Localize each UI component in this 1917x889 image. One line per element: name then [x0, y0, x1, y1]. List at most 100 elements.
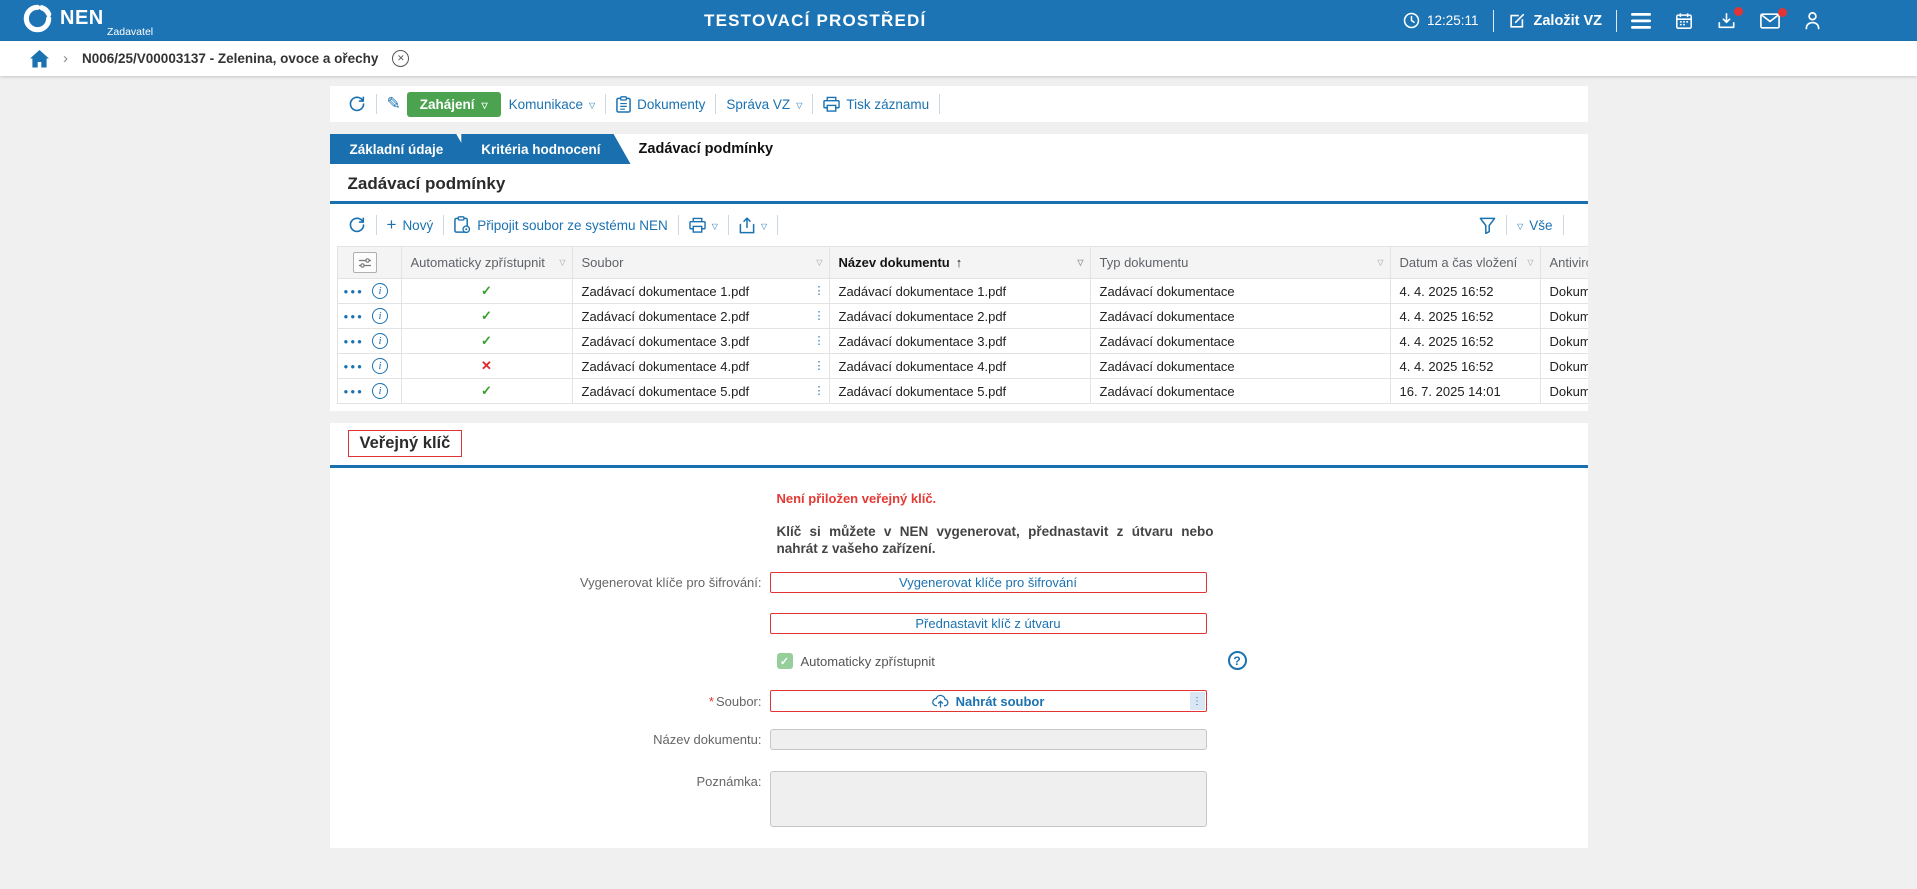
- file-menu-icon[interactable]: ⋮: [814, 359, 825, 372]
- column-settings-header: [337, 247, 401, 279]
- print-record-button[interactable]: Tisk záznamu: [823, 96, 929, 112]
- user-icon[interactable]: [1804, 11, 1821, 30]
- chevron-down-icon: ▽: [482, 101, 488, 110]
- create-vz-button[interactable]: Založit VZ: [1508, 12, 1602, 30]
- filter-all-dropdown[interactable]: ▽ Vše: [1517, 218, 1552, 233]
- clock-icon: [1403, 12, 1420, 29]
- table-row[interactable]: ●●● i ✓ Zadávací dokumentace 2.pdf⋮ Zadá…: [337, 304, 1588, 329]
- file-menu-icon[interactable]: ⋮: [814, 284, 825, 297]
- chevron-icon: ›: [63, 50, 68, 67]
- calendar-icon[interactable]: [1675, 12, 1693, 30]
- document-name-input[interactable]: [770, 729, 1207, 750]
- printer-icon: [823, 96, 840, 112]
- column-filter-icon[interactable]: ▽: [1077, 258, 1083, 267]
- row-actions-icon[interactable]: ●●●: [344, 362, 365, 371]
- refresh-icon[interactable]: [348, 216, 366, 234]
- generate-keys-button[interactable]: Vygenerovat klíče pro šifrování: [770, 572, 1207, 593]
- menu-icon[interactable]: [1631, 13, 1651, 29]
- file-cell[interactable]: Zadávací dokumentace 5.pdf⋮: [572, 379, 829, 404]
- auto-accessible-label: Automaticky zpřístupnit: [801, 654, 935, 669]
- table-row[interactable]: ●●● i ✕ Zadávací dokumentace 4.pdf⋮ Zadá…: [337, 354, 1588, 379]
- note-textarea[interactable]: [770, 771, 1207, 827]
- attach-from-nen-button[interactable]: Připojit soubor ze systému NEN: [454, 216, 668, 234]
- header-document-name[interactable]: Název dokumentu↑ ▽: [829, 247, 1090, 279]
- section-title: Zadávací podmínky: [348, 174, 506, 193]
- divider: [715, 94, 716, 114]
- upload-menu-icon[interactable]: ⋮: [1190, 692, 1205, 710]
- file-cell[interactable]: Zadávací dokumentace 1.pdf⋮: [572, 279, 829, 304]
- manage-vz-label: Správa VZ: [726, 97, 790, 112]
- table-row[interactable]: ●●● i ✓ Zadávací dokumentace 3.pdf⋮ Zadá…: [337, 329, 1588, 354]
- row-info-icon[interactable]: i: [372, 358, 388, 374]
- file-cell[interactable]: Zadávací dokumentace 3.pdf⋮: [572, 329, 829, 354]
- file-cell[interactable]: Zadávací dokumentace 4.pdf⋮: [572, 354, 829, 379]
- edit-record-icon[interactable]: ✎: [387, 94, 401, 114]
- help-icon[interactable]: ?: [1228, 651, 1247, 670]
- column-settings-icon[interactable]: [353, 252, 377, 273]
- home-icon[interactable]: [30, 50, 49, 68]
- column-filter-icon[interactable]: ▽: [1377, 258, 1383, 267]
- row-actions-icon[interactable]: ●●●: [344, 337, 365, 346]
- print-record-label: Tisk záznamu: [846, 97, 929, 112]
- tab-1[interactable]: Základní údaje: [330, 134, 474, 164]
- file-menu-icon[interactable]: ⋮: [814, 334, 825, 347]
- tab-2[interactable]: Kritéria hodnocení: [461, 134, 630, 164]
- file-menu-icon[interactable]: ⋮: [814, 384, 825, 397]
- auto-accessible-cell: ✕: [401, 354, 572, 379]
- table-row[interactable]: ●●● i ✓ Zadávací dokumentace 5.pdf⋮ Zadá…: [337, 379, 1588, 404]
- divider: [777, 215, 778, 235]
- row-info-icon[interactable]: i: [372, 283, 388, 299]
- header-antivirus[interactable]: Antiviro: [1540, 247, 1588, 279]
- table-row[interactable]: ●●● i ✓ Zadávací dokumentace 1.pdf⋮ Zadá…: [337, 279, 1588, 304]
- communication-menu[interactable]: Komunikace ▽: [509, 97, 595, 112]
- antivirus-cell: Dokume: [1540, 354, 1588, 379]
- documents-table-wrap: Automaticky zpřístupnit ▽ Soubor ▽ Název…: [337, 246, 1588, 411]
- close-record-icon[interactable]: ✕: [392, 50, 409, 67]
- row-info-icon[interactable]: i: [372, 333, 388, 349]
- plus-icon: +: [387, 215, 397, 235]
- mail-icon[interactable]: [1760, 13, 1780, 29]
- filter-icon[interactable]: [1479, 217, 1496, 234]
- refresh-icon[interactable]: [348, 95, 366, 113]
- header-file[interactable]: Soubor ▽: [572, 247, 829, 279]
- file-cell[interactable]: Zadávací dokumentace 2.pdf⋮: [572, 304, 829, 329]
- header-date-inserted[interactable]: Datum a čas vložení ▽: [1390, 247, 1540, 279]
- document-name-cell: Zadávací dokumentace 2.pdf: [829, 304, 1090, 329]
- divider: [728, 215, 729, 235]
- row-info-icon[interactable]: i: [372, 383, 388, 399]
- date-cell: 16. 7. 2025 14:01: [1390, 379, 1540, 404]
- column-filter-icon[interactable]: ▽: [816, 258, 822, 267]
- manage-vz-menu[interactable]: Správa VZ ▽: [726, 97, 802, 112]
- session-timer: 12:25:11: [1403, 12, 1479, 29]
- row-actions-icon[interactable]: ●●●: [344, 387, 365, 396]
- inbox-download-icon[interactable]: [1717, 12, 1736, 30]
- auto-accessible-cell: ✓: [401, 279, 572, 304]
- file-menu-icon[interactable]: ⋮: [814, 309, 825, 322]
- column-filter-icon[interactable]: ▽: [559, 258, 565, 267]
- preset-key-button[interactable]: Přednastavit klíč z útvaru: [770, 613, 1207, 634]
- attach-from-nen-label: Připojit soubor ze systému NEN: [477, 218, 668, 233]
- generate-keys-label: Vygenerovat klíče pro šifrování:: [330, 575, 770, 590]
- row-actions-icon[interactable]: ●●●: [344, 312, 365, 321]
- start-procedure-button[interactable]: Zahájení ▽: [407, 92, 501, 117]
- breadcrumb-item[interactable]: N006/25/V00003137 - Zelenina, ovoce a oř…: [82, 51, 378, 66]
- communication-label: Komunikace: [509, 97, 583, 112]
- documents-menu[interactable]: Dokumenty: [616, 96, 705, 113]
- date-cell: 4. 4. 2025 16:52: [1390, 354, 1540, 379]
- upload-file-field[interactable]: Nahrát soubor ⋮: [770, 690, 1207, 712]
- column-filter-icon[interactable]: ▽: [1527, 258, 1533, 267]
- date-cell: 4. 4. 2025 16:52: [1390, 279, 1540, 304]
- new-document-button[interactable]: + Nový: [387, 215, 434, 235]
- export-button[interactable]: ▽: [739, 217, 767, 234]
- print-table-button[interactable]: ▽: [689, 217, 718, 233]
- header-auto-accessible[interactable]: Automaticky zpřístupnit ▽: [401, 247, 572, 279]
- auto-accessible-cell: ✓: [401, 379, 572, 404]
- header-document-type[interactable]: Typ dokumentu ▽: [1090, 247, 1390, 279]
- auto-accessible-checkbox[interactable]: ✓: [777, 653, 793, 669]
- divider: [1563, 215, 1564, 235]
- auto-accessible-cell: ✓: [401, 329, 572, 354]
- tab-3[interactable]: Zadávací podmínky: [619, 134, 804, 164]
- nen-logo[interactable]: NEN Zadavatel: [22, 3, 153, 38]
- row-actions-icon[interactable]: ●●●: [344, 287, 365, 296]
- row-info-icon[interactable]: i: [372, 308, 388, 324]
